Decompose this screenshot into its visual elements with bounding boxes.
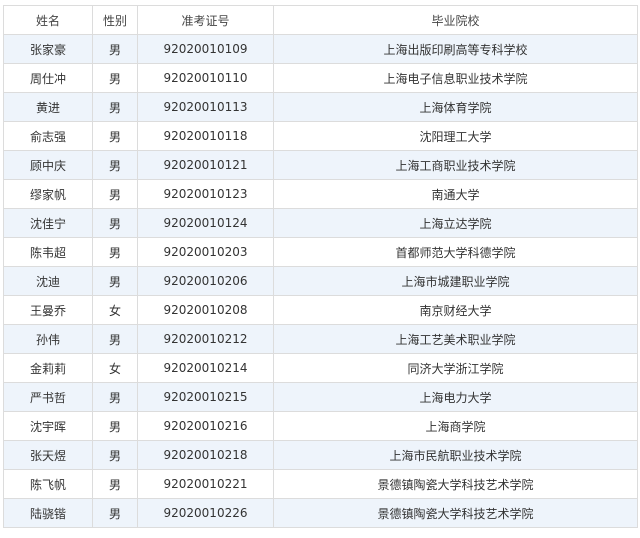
cell-gender: 男 — [92, 121, 138, 151]
table-row: 张家豪男 92020010109 上海出版印刷高等专科学校 — [3, 34, 638, 64]
cell-gender: 男 — [92, 150, 138, 180]
table-row: 金莉莉女 92020010214 同济大学浙江学院 — [3, 353, 638, 383]
cell-name: 陈飞帆 — [3, 469, 93, 499]
cell-gender: 男 — [92, 382, 138, 412]
cell-school: 上海出版印刷高等专科学校 — [273, 34, 638, 64]
cell-name: 金莉莉 — [3, 353, 93, 383]
cell-exam-id: 92020010113 — [137, 92, 274, 122]
cell-exam-id: 92020010118 — [137, 121, 274, 151]
cell-name: 张天煜 — [3, 440, 93, 470]
cell-exam-id: 92020010218 — [137, 440, 274, 470]
cell-gender: 男 — [92, 63, 138, 93]
cell-school: 景德镇陶瓷大学科技艺术学院 — [273, 498, 638, 528]
table-row: 陈韦超男 92020010203 首都师范大学科德学院 — [3, 237, 638, 267]
table-row: 黄进男 92020010113 上海体育学院 — [3, 92, 638, 122]
header-exam-id: 准考证号 — [137, 5, 274, 35]
cell-name: 王曼乔 — [3, 295, 93, 325]
cell-school: 上海商学院 — [273, 411, 638, 441]
cell-exam-id: 92020010212 — [137, 324, 274, 354]
cell-exam-id: 92020010203 — [137, 237, 274, 267]
cell-exam-id: 92020010110 — [137, 63, 274, 93]
cell-school: 南通大学 — [273, 179, 638, 209]
cell-school: 上海体育学院 — [273, 92, 638, 122]
table-body: 张家豪男 92020010109 上海出版印刷高等专科学校 周仕冲男 920200101… — [3, 34, 638, 528]
cell-school: 上海电力大学 — [273, 382, 638, 412]
cell-name: 沈迪 — [3, 266, 93, 296]
table-row: 陈飞帆男 92020010221 景德镇陶瓷大学科技艺术学院 — [3, 469, 638, 499]
candidate-table: 姓名 性别 准考证号 毕业院校 张家豪男 92020010109 上海出版印刷高等专… — [3, 5, 638, 528]
table-row: 俞志强男 92020010118 沈阳理工大学 — [3, 121, 638, 151]
table-row: 顾中庆男 92020010121 上海工商职业技术学院 — [3, 150, 638, 180]
cell-school: 南京财经大学 — [273, 295, 638, 325]
table-row: 陆骁锴男 92020010226 景德镇陶瓷大学科技艺术学院 — [3, 498, 638, 528]
cell-exam-id: 92020010208 — [137, 295, 274, 325]
cell-name: 陆骁锴 — [3, 498, 93, 528]
cell-gender: 男 — [92, 237, 138, 267]
cell-exam-id: 92020010216 — [137, 411, 274, 441]
cell-gender: 男 — [92, 440, 138, 470]
cell-gender: 女 — [92, 295, 138, 325]
table-row: 沈佳宁男 92020010124 上海立达学院 — [3, 208, 638, 238]
cell-school: 上海工艺美术职业学院 — [273, 324, 638, 354]
cell-name: 黄进 — [3, 92, 93, 122]
cell-exam-id: 92020010123 — [137, 179, 274, 209]
cell-name: 周仕冲 — [3, 63, 93, 93]
cell-gender: 男 — [92, 469, 138, 499]
cell-gender: 男 — [92, 266, 138, 296]
cell-school: 景德镇陶瓷大学科技艺术学院 — [273, 469, 638, 499]
cell-gender: 男 — [92, 324, 138, 354]
cell-gender: 男 — [92, 92, 138, 122]
header-gender: 性别 — [92, 5, 138, 35]
cell-school: 上海工商职业技术学院 — [273, 150, 638, 180]
cell-exam-id: 92020010221 — [137, 469, 274, 499]
cell-name: 顾中庆 — [3, 150, 93, 180]
table-row: 张天煜男 92020010218 上海市民航职业技术学院 — [3, 440, 638, 470]
cell-exam-id: 92020010226 — [137, 498, 274, 528]
cell-gender: 男 — [92, 498, 138, 528]
cell-name: 孙伟 — [3, 324, 93, 354]
cell-exam-id: 92020010121 — [137, 150, 274, 180]
table-row: 沈迪男 92020010206 上海市城建职业学院 — [3, 266, 638, 296]
cell-school: 上海市城建职业学院 — [273, 266, 638, 296]
table-row: 孙伟男 92020010212 上海工艺美术职业学院 — [3, 324, 638, 354]
cell-name: 严书哲 — [3, 382, 93, 412]
header-row: 姓名 性别 准考证号 毕业院校 — [3, 5, 638, 35]
cell-name: 陈韦超 — [3, 237, 93, 267]
table-row: 严书哲男 92020010215 上海电力大学 — [3, 382, 638, 412]
cell-exam-id: 92020010109 — [137, 34, 274, 64]
cell-exam-id: 92020010124 — [137, 208, 274, 238]
cell-school: 首都师范大学科德学院 — [273, 237, 638, 267]
cell-gender: 女 — [92, 353, 138, 383]
cell-name: 沈佳宁 — [3, 208, 93, 238]
cell-school: 沈阳理工大学 — [273, 121, 638, 151]
table-row: 缪家帆男 92020010123 南通大学 — [3, 179, 638, 209]
cell-school: 同济大学浙江学院 — [273, 353, 638, 383]
cell-school: 上海电子信息职业技术学院 — [273, 63, 638, 93]
cell-exam-id: 92020010206 — [137, 266, 274, 296]
header-school: 毕业院校 — [273, 5, 638, 35]
cell-exam-id: 92020010214 — [137, 353, 274, 383]
cell-school: 上海市民航职业技术学院 — [273, 440, 638, 470]
cell-gender: 男 — [92, 411, 138, 441]
cell-gender: 男 — [92, 179, 138, 209]
cell-name: 张家豪 — [3, 34, 93, 64]
cell-name: 俞志强 — [3, 121, 93, 151]
table-row: 沈宇晖男 92020010216 上海商学院 — [3, 411, 638, 441]
cell-gender: 男 — [92, 208, 138, 238]
cell-school: 上海立达学院 — [273, 208, 638, 238]
table-row: 周仕冲男 92020010110 上海电子信息职业技术学院 — [3, 63, 638, 93]
table-row: 王曼乔女 92020010208 南京财经大学 — [3, 295, 638, 325]
cell-gender: 男 — [92, 34, 138, 64]
cell-name: 沈宇晖 — [3, 411, 93, 441]
header-name: 姓名 — [3, 5, 93, 35]
cell-exam-id: 92020010215 — [137, 382, 274, 412]
cell-name: 缪家帆 — [3, 179, 93, 209]
